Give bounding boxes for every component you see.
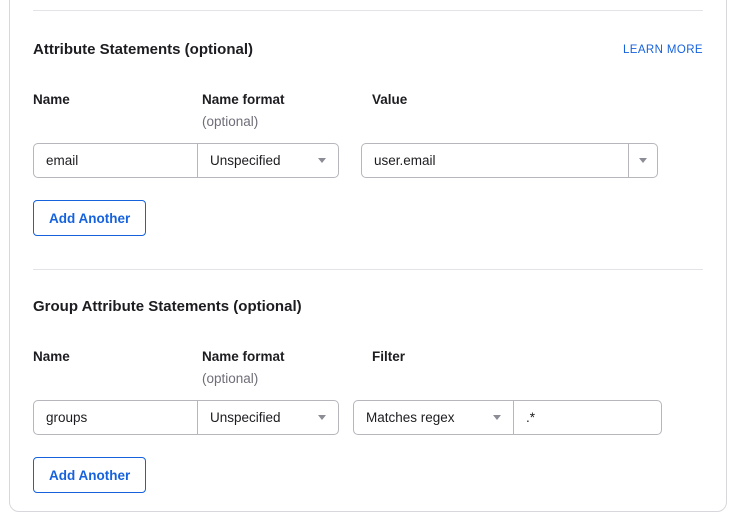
attr-value-dropdown-button[interactable]	[628, 143, 658, 178]
group-attribute-statements-header: Group Attribute Statements (optional)	[33, 297, 703, 317]
attr-name-input[interactable]	[33, 143, 198, 178]
group-attr-name-format-value: Unspecified	[210, 410, 281, 425]
name-column-label: Name	[33, 92, 202, 108]
name-format-column-label: Name format	[202, 349, 372, 365]
group-attribute-columns-row: Name Name format (optional) Filter	[33, 349, 703, 387]
name-format-column-label: Name format	[202, 92, 372, 108]
attribute-columns-row: Name Name format (optional) Value	[33, 92, 703, 130]
section-divider	[33, 269, 703, 270]
learn-more-link[interactable]: LEARN MORE	[623, 44, 703, 56]
column-filter: Filter	[372, 349, 703, 387]
attr-value-input[interactable]	[361, 143, 629, 178]
chevron-down-icon	[318, 415, 326, 420]
chevron-down-icon	[318, 158, 326, 163]
group-name-format-group: Unspecified	[33, 400, 339, 435]
column-name-format: Name format (optional)	[202, 349, 372, 387]
attr-name-format-value: Unspecified	[210, 153, 281, 168]
optional-note: (optional)	[202, 371, 372, 387]
group-attribute-statements-title: Group Attribute Statements (optional)	[33, 297, 302, 317]
filter-column-label: Filter	[372, 349, 703, 365]
optional-note: (optional)	[202, 114, 372, 130]
group-attr-filter-type-value: Matches regex	[366, 410, 455, 425]
group-attribute-statement-row: Unspecified Matches regex	[33, 400, 703, 435]
chevron-down-icon	[639, 158, 647, 163]
top-divider	[33, 10, 703, 11]
column-value: Value	[372, 92, 703, 130]
attr-value-group	[361, 143, 658, 178]
column-name: Name	[33, 349, 202, 387]
attribute-statement-row: Unspecified	[33, 143, 703, 178]
attr-name-format-group: Unspecified	[33, 143, 339, 178]
add-another-group-attribute-button[interactable]: Add Another	[33, 457, 146, 493]
name-column-label: Name	[33, 349, 202, 365]
chevron-down-icon	[493, 415, 501, 420]
value-column-label: Value	[372, 92, 703, 108]
add-another-attribute-button[interactable]: Add Another	[33, 200, 146, 236]
group-attr-name-input[interactable]	[33, 400, 198, 435]
column-name-format: Name format (optional)	[202, 92, 372, 130]
attribute-statements-header: Attribute Statements (optional) LEARN MO…	[33, 40, 703, 60]
attr-name-format-select[interactable]: Unspecified	[197, 143, 339, 178]
column-name: Name	[33, 92, 202, 130]
group-attr-filter-type-select[interactable]: Matches regex	[353, 400, 514, 435]
group-attr-filter-value-input[interactable]	[513, 400, 662, 435]
attribute-statements-title: Attribute Statements (optional)	[33, 40, 253, 60]
group-attr-filter-group: Matches regex	[353, 400, 662, 435]
saml-settings-card: Attribute Statements (optional) LEARN MO…	[9, 0, 727, 512]
group-attr-name-format-select[interactable]: Unspecified	[197, 400, 339, 435]
